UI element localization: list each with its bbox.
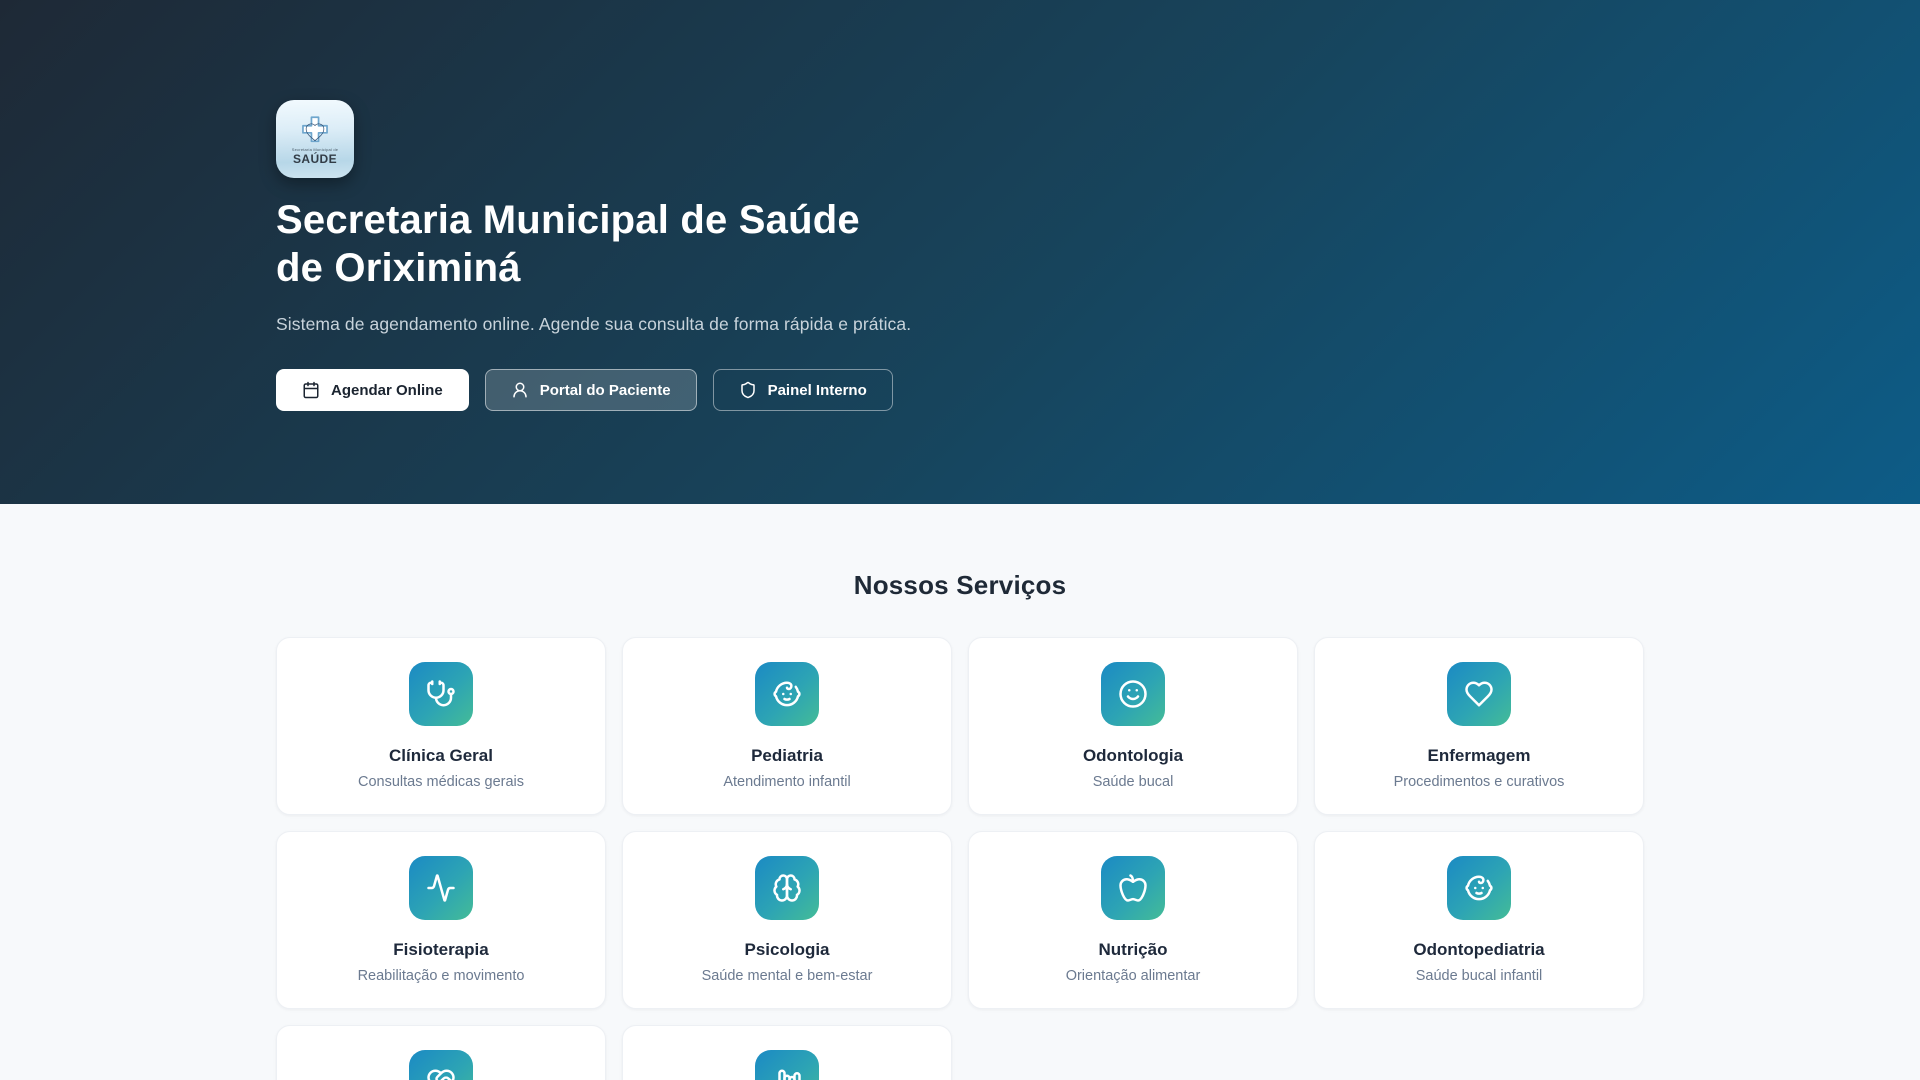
service-card-title: Psicologia [744, 940, 830, 959]
logo-word: SAÚDE [292, 152, 337, 166]
agendar-online-button[interactable]: Agendar Online [276, 369, 469, 411]
service-card-subtitle: Procedimentos e curativos [1393, 774, 1565, 790]
service-card[interactable]: Clínica Geral Consultas médicas gerais [276, 637, 606, 815]
apple-icon [1101, 856, 1165, 920]
stethoscope-icon [409, 662, 473, 726]
baby-icon [1447, 856, 1511, 920]
service-card-title: Clínica Geral [389, 746, 493, 765]
service-card-subtitle: Saúde bucal [1092, 774, 1174, 790]
hero-actions: Agendar Online Portal do Paciente Painel… [276, 369, 1644, 411]
service-card[interactable]: Psicologia Saúde mental e bem-estar [622, 831, 952, 1009]
activity-icon [409, 856, 473, 920]
service-card-subtitle: Orientação alimentar [1065, 968, 1201, 984]
heart-icon [1447, 662, 1511, 726]
user-icon [511, 381, 529, 399]
service-card-subtitle: Saúde bucal infantil [1415, 968, 1543, 984]
agendar-online-label: Agendar Online [331, 381, 443, 399]
service-card-title: Odontologia [1082, 746, 1184, 765]
service-card-title: Odontopediatria [1413, 940, 1545, 959]
services-heading: Nossos Serviços [853, 570, 1067, 600]
baby-icon [755, 662, 819, 726]
service-card-title: Fisioterapia [393, 940, 489, 959]
portal-do-paciente-label: Portal do Paciente [539, 381, 671, 399]
service-card-title: Pediatria [751, 746, 823, 765]
shield-icon [739, 381, 757, 399]
service-card-title: Nutrição [1098, 940, 1168, 959]
smile-icon [1101, 662, 1165, 726]
health-department-logo: Secretaria Municipal de SAÚDE [276, 100, 354, 178]
service-card-title: Enfermagem [1427, 746, 1531, 765]
calendar-icon [302, 381, 320, 399]
service-card[interactable]: Pediatria Atendimento infantil [622, 637, 952, 815]
service-card[interactable] [622, 1025, 952, 1080]
services-section: Nossos Serviços Clínica Geral Consultas … [0, 504, 1920, 1080]
painel-interno-button[interactable]: Painel Interno [712, 369, 893, 411]
service-card[interactable]: Enfermagem Procedimentos e curativos [1314, 637, 1644, 815]
hand-metal-icon [755, 1050, 819, 1080]
brain-icon [755, 856, 819, 920]
cross-heart-logo-icon [298, 113, 332, 147]
hero-subtitle: Sistema de agendamento online. Agende su… [276, 314, 912, 334]
service-card-subtitle: Consultas médicas gerais [357, 774, 525, 790]
service-card-subtitle: Atendimento infantil [723, 774, 851, 790]
page-title: Secretaria Municipal de Saúde de Oriximi… [276, 198, 860, 290]
painel-interno-label: Painel Interno [767, 381, 867, 399]
heart-handshake-icon [409, 1050, 473, 1080]
hero-section: Secretaria Municipal de SAÚDE Secretaria… [0, 0, 1920, 504]
services-grid: Clínica Geral Consultas médicas gerais P… [276, 637, 1644, 1080]
portal-do-paciente-button[interactable]: Portal do Paciente [484, 369, 697, 411]
service-card-subtitle: Reabilitação e movimento [357, 968, 525, 984]
service-card[interactable] [276, 1025, 606, 1080]
service-card[interactable]: Nutrição Orientação alimentar [968, 831, 1298, 1009]
service-card-subtitle: Saúde mental e bem-estar [701, 968, 873, 984]
service-card[interactable]: Odontopediatria Saúde bucal infantil [1314, 831, 1644, 1009]
service-card[interactable]: Odontologia Saúde bucal [968, 637, 1298, 815]
service-card[interactable]: Fisioterapia Reabilitação e movimento [276, 831, 606, 1009]
